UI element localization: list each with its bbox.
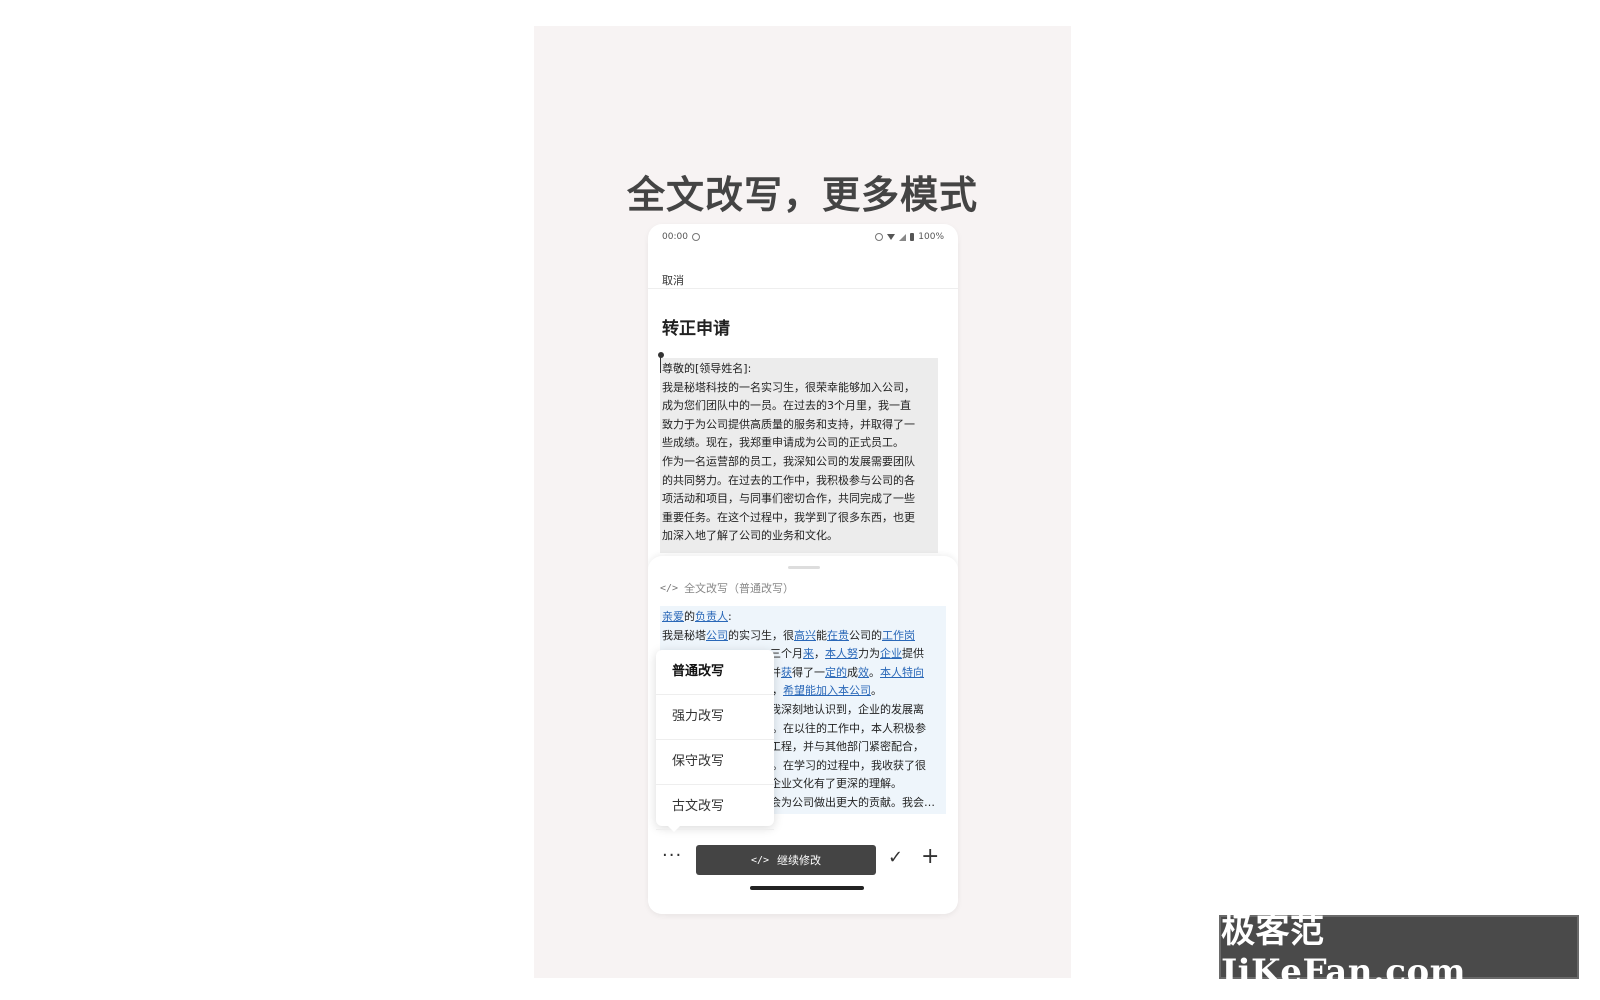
changed-word: 来 — [803, 647, 814, 661]
original-line: 项活动和项目，与同事们密切合作，共同完成了一些 — [662, 492, 915, 506]
changed-word: 本人特向 — [880, 665, 924, 679]
changed-word: 获 — [781, 665, 792, 679]
original-line: 致力于为公司提供高质量的服务和支持，并取得了一 — [662, 417, 915, 431]
continue-edit-button[interactable]: </> 继续修改 — [696, 845, 876, 875]
menu-pointer — [668, 826, 680, 832]
original-line: 尊敬的[领导姓名]: — [662, 362, 752, 375]
confirm-check-button[interactable]: ✓ — [888, 847, 903, 868]
menu-item-normal-rewrite[interactable]: 普通改写 — [656, 650, 774, 695]
changed-word: 负责人 — [695, 610, 728, 623]
menu-item-conservative-rewrite[interactable]: 保守改写 — [656, 740, 774, 785]
original-line: 的共同努力。在过去的工作中，我积极参与公司的各 — [662, 473, 915, 487]
changed-word: 亲爱 — [662, 610, 684, 623]
sheet-drag-handle[interactable] — [788, 566, 820, 569]
rewrite-line: 亲爱的负责人: — [662, 610, 732, 623]
code-icon: </> — [660, 582, 679, 594]
alarm-icon — [875, 233, 884, 241]
status-time: 00:00 — [662, 232, 688, 242]
changed-word: 效 — [858, 665, 869, 679]
rewrite-mode-menu: 普通改写 强力改写 保守改写 古文改写 — [656, 650, 774, 832]
rewrite-line: 我是秘塔公司的实习生，很高兴能在贵公司的工作岗 — [662, 628, 915, 642]
signal-icon — [899, 233, 907, 241]
changed-word: 希望能加入本公司 — [783, 684, 871, 698]
original-line: 我是秘塔科技的一名实习生，很荣幸能够加入公司， — [662, 380, 915, 394]
whatsapp-icon — [691, 233, 700, 241]
mode-header-label: 全文改写（普通改写） — [684, 582, 795, 595]
selection-handle[interactable] — [658, 352, 664, 358]
original-line: 加深入地了解了公司的业务和文化。 — [662, 529, 838, 543]
original-line: 些成绩。现在，我郑重申请成为公司的正式员工。 — [662, 436, 904, 450]
more-options-button[interactable]: ··· — [662, 847, 682, 865]
wifi-icon — [887, 234, 896, 240]
changed-word: 定的 — [825, 665, 847, 679]
status-bar: 00:00 100% — [648, 224, 958, 248]
original-line: 成为您们团队中的一员。在过去的3个月里，我一直 — [662, 399, 911, 413]
home-indicator — [750, 886, 864, 890]
continue-edit-label: 继续修改 — [777, 854, 822, 867]
bottom-toolbar: ··· </> 继续修改 ✓ + — [648, 841, 958, 875]
site-watermark: 极客范 JiKeFan.com — [1219, 911, 1579, 992]
document-title[interactable]: 转正申请 — [662, 314, 730, 339]
changed-word: 公司 — [706, 628, 728, 642]
cancel-button[interactable]: 取消 — [662, 272, 684, 288]
battery-icon — [910, 233, 915, 241]
menu-item-classical-rewrite[interactable]: 古文改写 — [656, 785, 774, 830]
original-line: 重要任务。在这个过程中，我学到了很多东西，也更 — [662, 510, 915, 524]
battery-level: 100% — [918, 232, 944, 242]
phone-screen: 00:00 100% 取消 转正申请 尊敬的[领导姓名]: 我是秘塔科技的一名实… — [648, 224, 958, 914]
original-text-selection[interactable]: 尊敬的[领导姓名]: 我是秘塔科技的一名实习生，很荣幸能够加入公司， 成为您们团… — [660, 358, 938, 553]
changed-word: 在贵 — [827, 628, 849, 642]
header-divider — [648, 288, 958, 289]
changed-word: 本人努 — [825, 647, 858, 661]
changed-word: 工作岗 — [882, 628, 915, 642]
poster-headline: 全文改写，更多模式 — [626, 173, 978, 217]
rewrite-mode-header: </> 全文改写（普通改写） — [660, 580, 794, 596]
text-cursor — [660, 357, 661, 373]
code-icon: </> — [750, 854, 770, 866]
changed-word: 企业 — [880, 647, 902, 661]
menu-item-strong-rewrite[interactable]: 强力改写 — [656, 695, 774, 740]
original-line: 作为一名运营部的员工，我深知公司的发展需要团队 — [662, 454, 915, 468]
changed-word: 高兴 — [794, 628, 816, 642]
rewrite-sheet: </> 全文改写（普通改写） 亲爱的负责人: 我是秘塔公司的实习生，很高兴能在贵… — [648, 556, 958, 914]
add-plus-button[interactable]: + — [921, 844, 939, 869]
poster-background: 全文改写，更多模式 00:00 100% 取消 转正申请 尊敬的[领导姓名]: … — [534, 26, 1071, 978]
